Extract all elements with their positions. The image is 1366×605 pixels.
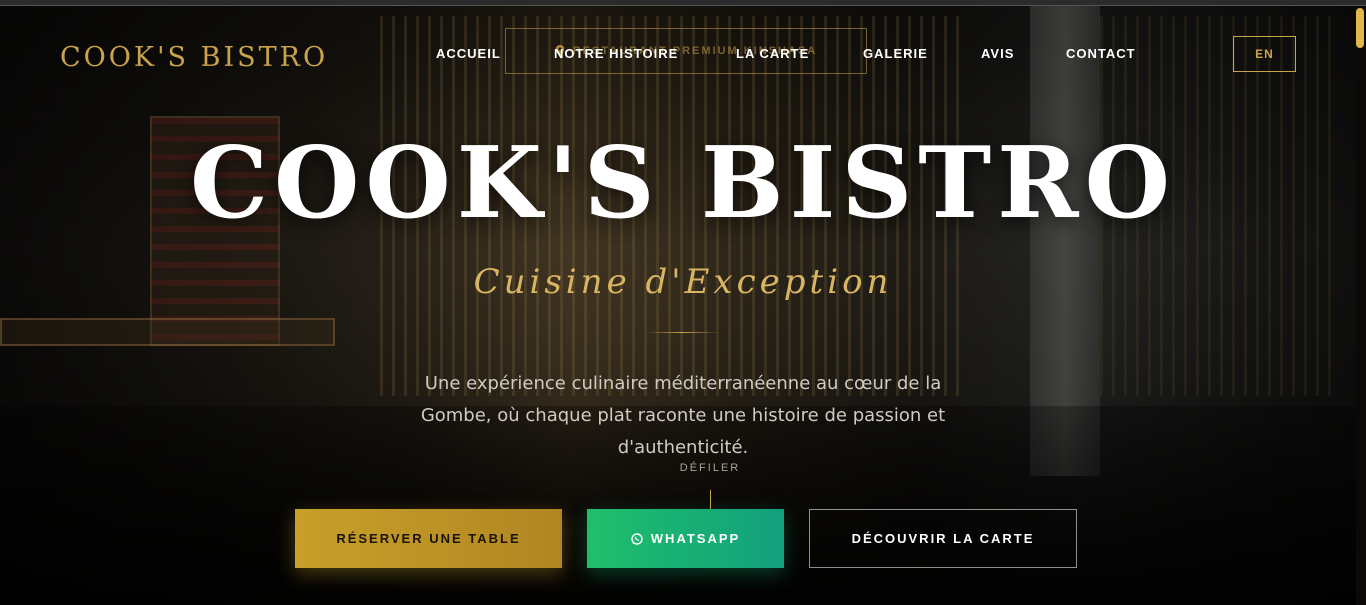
nav-item-accueil[interactable]: ACCUEIL: [436, 46, 501, 61]
nav-item-notre-histoire[interactable]: NOTRE HISTOIRE: [554, 46, 678, 61]
language-toggle-button[interactable]: EN: [1233, 36, 1296, 72]
nav-item-la-carte[interactable]: LA CARTE: [736, 46, 809, 61]
background-ledge: [0, 318, 335, 346]
reserve-table-label: RÉSERVER UNE TABLE: [336, 531, 521, 546]
hero-description: Une expérience culinaire méditerranéenne…: [420, 373, 946, 458]
gold-divider: [645, 332, 720, 333]
scrollbar-thumb[interactable]: [1356, 8, 1364, 48]
discover-menu-button[interactable]: DÉCOUVRIR LA CARTE: [809, 509, 1077, 568]
discover-menu-label: DÉCOUVRIR LA CARTE: [851, 531, 1035, 546]
whatsapp-label: WHATSAPP: [650, 531, 741, 546]
reserve-table-button[interactable]: RÉSERVER UNE TABLE: [295, 509, 562, 568]
whatsapp-icon: [631, 532, 643, 545]
nav-item-avis[interactable]: AVIS: [981, 46, 1014, 61]
scroll-indicator-label[interactable]: DÉFILER: [660, 462, 760, 474]
nav-item-contact[interactable]: CONTACT: [1066, 46, 1136, 61]
hero-title: COOK'S BISTRO: [190, 126, 1176, 241]
whatsapp-button[interactable]: WHATSAPP: [587, 509, 784, 568]
nav-item-galerie[interactable]: GALERIE: [863, 46, 928, 61]
hero-subtitle: Cuisine d'Exception: [473, 262, 893, 302]
site-logo[interactable]: COOK'S BISTRO: [60, 42, 328, 73]
